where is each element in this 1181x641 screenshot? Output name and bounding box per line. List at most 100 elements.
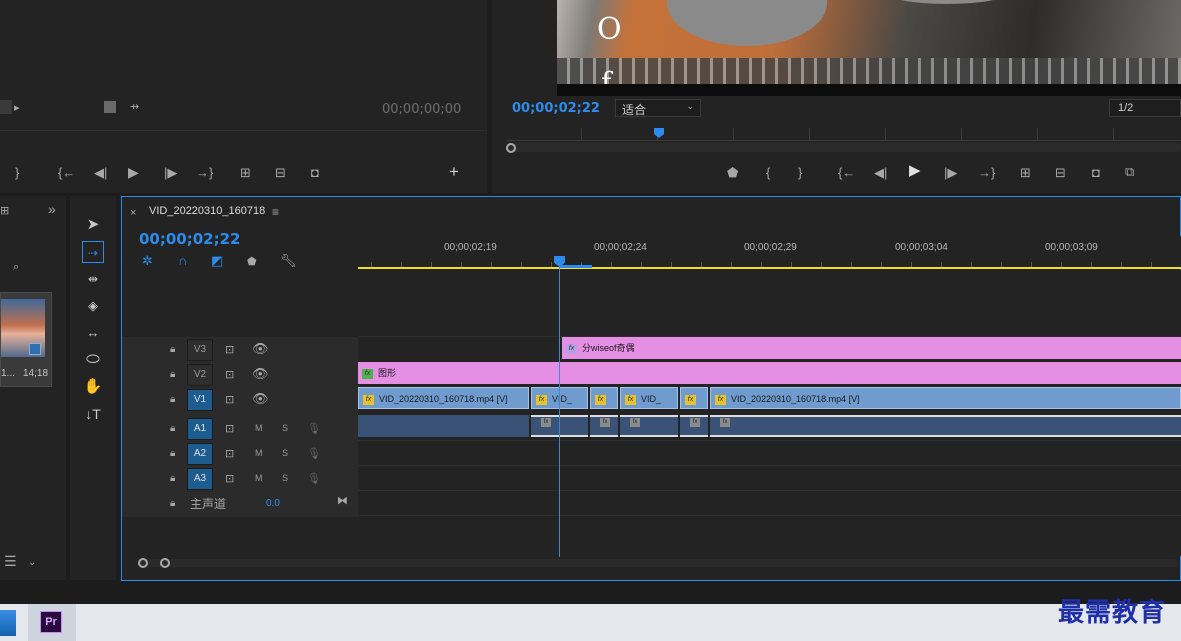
- video-clip[interactable]: fx VID_: [620, 387, 678, 409]
- mute-button[interactable]: M: [255, 473, 263, 483]
- wrench-icon[interactable]: 🔧︎: [280, 254, 297, 268]
- drag-audio-video-icon[interactable]: ⇸: [130, 100, 139, 114]
- video-clip[interactable]: fx VID_20220310_160718.mp4 [V]: [710, 387, 1181, 409]
- microphone-icon[interactable]: 🎙︎: [307, 447, 321, 461]
- play-icon[interactable]: ▶: [128, 165, 139, 179]
- razor-tool-icon[interactable]: ◈: [82, 295, 104, 317]
- lock-icon[interactable]: 🔒︎: [170, 368, 175, 382]
- work-area-bar[interactable]: [358, 267, 1181, 269]
- audio-clip[interactable]: fx: [590, 415, 618, 437]
- master-end-icon[interactable]: ⧓: [337, 494, 348, 508]
- title-clip[interactable]: fx 分wiseof奇偶: [562, 337, 1181, 359]
- go-to-in-icon[interactable]: {←: [58, 166, 75, 180]
- toggle-sync-lock-icon[interactable]: ⊡: [225, 422, 234, 436]
- step-back-icon[interactable]: ◀|: [874, 166, 887, 180]
- track-v2[interactable]: V2: [187, 364, 213, 386]
- add-button-icon[interactable]: +: [449, 163, 459, 180]
- go-to-in-icon[interactable]: {←: [838, 166, 855, 180]
- program-scrollbar[interactable]: [506, 143, 1181, 152]
- lift-icon[interactable]: ⊞: [1020, 166, 1031, 180]
- mark-in-icon[interactable]: {: [766, 166, 770, 180]
- lock-icon[interactable]: 🔒︎: [170, 422, 175, 436]
- eye-icon[interactable]: 👁︎: [252, 367, 269, 381]
- microphone-icon[interactable]: 🎙︎: [307, 472, 321, 486]
- zoom-handle-left-icon[interactable]: [138, 558, 148, 568]
- add-marker-icon[interactable]: ⬟: [727, 166, 738, 180]
- overwrite-button-icon[interactable]: ⊟: [275, 166, 286, 180]
- premiere-taskbar-button[interactable]: Pr: [28, 604, 76, 641]
- toggle-sync-lock-icon[interactable]: ⊡: [225, 393, 234, 407]
- audio-clip[interactable]: fx: [710, 415, 1181, 437]
- mute-button[interactable]: M: [255, 448, 263, 458]
- source-monitor-timebar[interactable]: [0, 130, 487, 131]
- toggle-sync-lock-icon[interactable]: ⊡: [225, 368, 234, 382]
- lock-icon[interactable]: 🔒︎: [170, 393, 175, 407]
- type-tool-icon[interactable]: ↓T: [82, 403, 104, 425]
- program-timebar[interactable]: [506, 128, 1181, 141]
- zoom-handle-right-icon[interactable]: [160, 558, 170, 568]
- go-to-out-icon[interactable]: →}: [978, 166, 995, 180]
- lock-icon[interactable]: 🔒︎: [170, 472, 175, 486]
- scroll-handle-icon[interactable]: [506, 143, 516, 153]
- extract-icon[interactable]: ⊟: [1055, 166, 1066, 180]
- solo-button[interactable]: S: [282, 473, 288, 483]
- eye-icon[interactable]: 👁︎: [252, 392, 269, 406]
- comparison-view-icon[interactable]: ⧉: [1125, 165, 1134, 179]
- panel-menu-icon[interactable]: ≡: [272, 205, 279, 219]
- step-forward-icon[interactable]: |▶: [944, 166, 957, 180]
- pen-tool-icon[interactable]: ⬭: [82, 349, 104, 371]
- program-timecode[interactable]: 00;00;02;22: [512, 101, 600, 116]
- play-in-icon[interactable]: [0, 100, 12, 114]
- track-a2[interactable]: A2: [187, 443, 213, 465]
- video-clip[interactable]: fx VID_20220310_160718.mp4 [V]: [358, 387, 529, 409]
- insert-button-icon[interactable]: ⊞: [240, 166, 251, 180]
- audio-clip[interactable]: fx: [680, 415, 708, 437]
- master-volume-value[interactable]: 0.0: [266, 498, 280, 509]
- linked-selection-icon[interactable]: ◩: [211, 254, 223, 268]
- solo-button[interactable]: S: [282, 423, 288, 433]
- camera-icon[interactable]: ◘: [311, 166, 319, 180]
- mark-out-icon[interactable]: }: [15, 166, 19, 180]
- go-to-out-icon[interactable]: →}: [196, 166, 213, 180]
- timeline-timecode[interactable]: 00;00;02;22: [139, 230, 241, 248]
- video-clip[interactable]: fx: [680, 387, 708, 409]
- track-select-tool-icon[interactable]: ⇢: [82, 241, 104, 263]
- chevron-down-icon[interactable]: ⌄: [28, 556, 36, 570]
- track-v1[interactable]: V1: [187, 389, 213, 411]
- snap-icon[interactable]: ∩: [178, 254, 187, 268]
- audio-clip[interactable]: [358, 415, 529, 437]
- list-view-icon[interactable]: ☰: [4, 554, 17, 568]
- toggle-sync-lock-icon[interactable]: ⊡: [225, 447, 234, 461]
- play-icon[interactable]: ▶: [909, 163, 921, 178]
- graphic-clip[interactable]: fx 图形: [358, 362, 1181, 384]
- lock-icon[interactable]: 🔒︎: [170, 343, 175, 357]
- grid-view-icon[interactable]: ⊞: [0, 204, 9, 218]
- step-back-icon[interactable]: ◀|: [94, 166, 107, 180]
- step-forward-small-icon[interactable]: ▸: [14, 101, 20, 115]
- insert-icon[interactable]: [104, 101, 116, 113]
- nest-icon[interactable]: ✲: [142, 254, 153, 268]
- eye-icon[interactable]: 👁︎: [252, 342, 269, 356]
- timeline-zoom-scrollbar[interactable]: [138, 559, 1178, 567]
- toggle-sync-lock-icon[interactable]: ⊡: [225, 472, 234, 486]
- selection-tool-icon[interactable]: ➤: [82, 214, 104, 236]
- resolution-select[interactable]: 1/2: [1109, 99, 1181, 117]
- clip-thumbnail[interactable]: 1... 14;18: [0, 292, 52, 387]
- ripple-edit-tool-icon[interactable]: ⇹: [82, 268, 104, 290]
- solo-button[interactable]: S: [282, 448, 288, 458]
- playhead-line[interactable]: [559, 266, 560, 557]
- audio-clip[interactable]: fx: [620, 415, 678, 437]
- video-clip[interactable]: fx: [590, 387, 618, 409]
- close-icon[interactable]: ×: [130, 206, 136, 220]
- sequence-tab[interactable]: VID_20220310_160718: [149, 205, 265, 217]
- expand-panels-icon[interactable]: »: [48, 202, 56, 216]
- taskbar-app-icon[interactable]: [0, 610, 16, 636]
- slip-tool-icon[interactable]: ↔: [82, 322, 104, 344]
- search-bin-icon[interactable]: ⌕: [13, 260, 19, 274]
- mark-out-icon[interactable]: }: [798, 166, 802, 180]
- microphone-icon[interactable]: 🎙︎: [307, 422, 321, 436]
- lock-icon[interactable]: 🔒︎: [170, 447, 175, 461]
- track-a1[interactable]: A1: [187, 418, 213, 440]
- track-v3[interactable]: V3: [187, 339, 213, 361]
- hand-tool-icon[interactable]: ✋: [82, 376, 104, 398]
